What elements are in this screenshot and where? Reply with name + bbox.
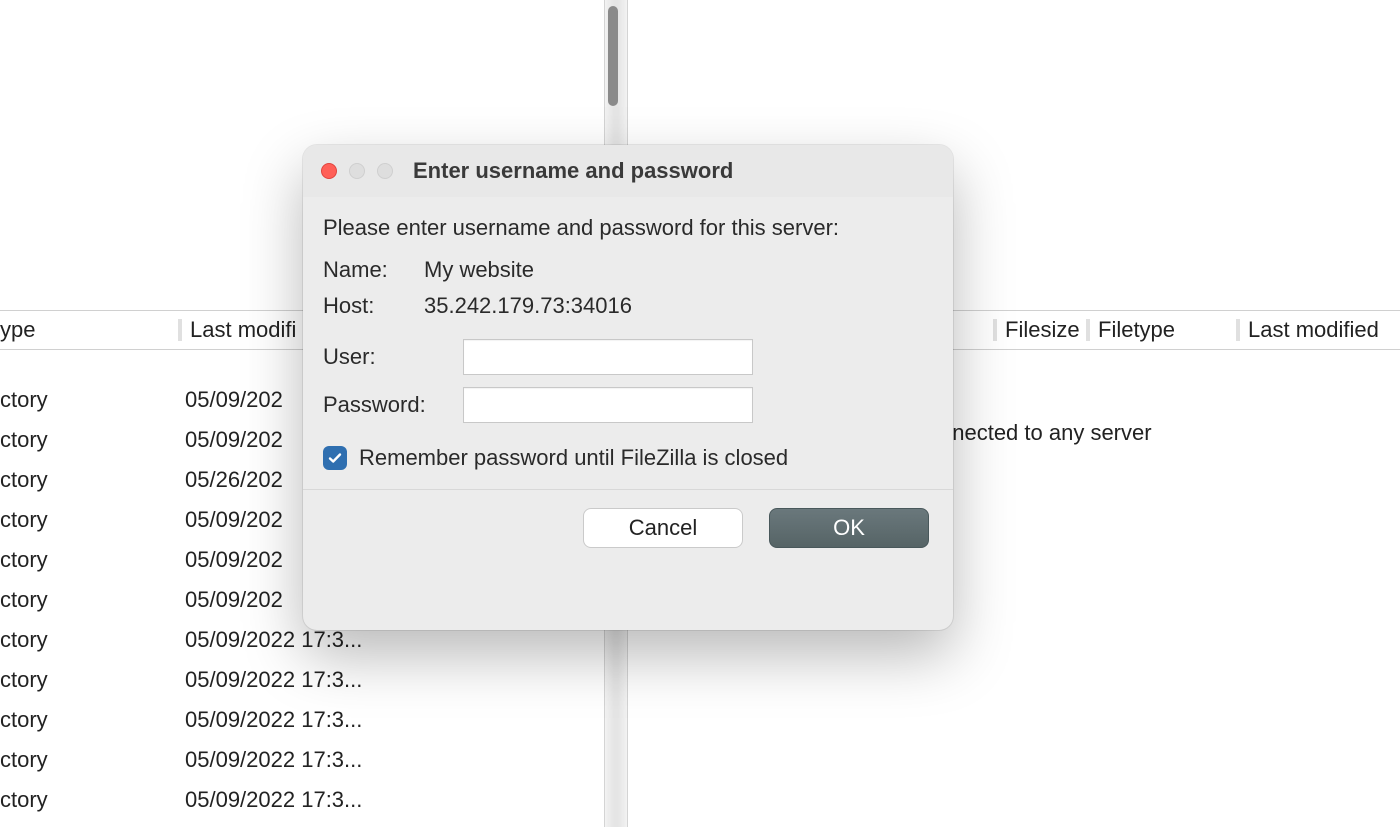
user-label: User: xyxy=(323,344,463,370)
password-label: Password: xyxy=(323,392,463,418)
host-label: Host: xyxy=(323,293,418,319)
dialog-titlebar: Enter username and password xyxy=(303,145,953,197)
minimize-icon xyxy=(349,163,365,179)
column-filetype[interactable]: ype xyxy=(0,317,35,343)
column-separator-icon[interactable] xyxy=(993,319,997,341)
cancel-button[interactable]: Cancel xyxy=(583,508,743,548)
user-input[interactable] xyxy=(463,339,753,375)
column-filetype-right[interactable]: Filetype xyxy=(1098,317,1175,343)
list-item[interactable]: ctory05/09/2022 17:3... xyxy=(0,660,604,700)
remember-label: Remember password until FileZilla is clo… xyxy=(359,445,788,471)
column-separator-icon[interactable] xyxy=(178,319,182,341)
list-item[interactable]: ctory05/09/2022 17:3... xyxy=(0,740,604,780)
column-separator-icon[interactable] xyxy=(1236,319,1240,341)
maximize-icon xyxy=(377,163,393,179)
credentials-dialog: Enter username and password Please enter… xyxy=(303,145,953,630)
ok-button[interactable]: OK xyxy=(769,508,929,548)
column-separator-icon[interactable] xyxy=(1086,319,1090,341)
name-label: Name: xyxy=(323,257,418,283)
scrollbar-thumb-icon[interactable] xyxy=(608,6,618,106)
dialog-prompt: Please enter username and password for t… xyxy=(323,215,933,241)
dialog-divider xyxy=(303,489,953,490)
checkmark-icon xyxy=(327,450,343,466)
list-item[interactable]: ctory05/09/2022 17:3... xyxy=(0,780,604,820)
column-last-modified-left[interactable]: Last modifi xyxy=(190,317,296,343)
host-value: 35.242.179.73:34016 xyxy=(424,293,933,319)
password-input[interactable] xyxy=(463,387,753,423)
list-item[interactable]: ctory05/09/2022 17:3... xyxy=(0,700,604,740)
dialog-title: Enter username and password xyxy=(393,158,935,184)
remember-checkbox[interactable] xyxy=(323,446,347,470)
column-filesize[interactable]: Filesize xyxy=(1005,317,1080,343)
name-value: My website xyxy=(424,257,933,283)
column-last-modified-right[interactable]: Last modified xyxy=(1248,317,1379,343)
close-icon[interactable] xyxy=(321,163,337,179)
